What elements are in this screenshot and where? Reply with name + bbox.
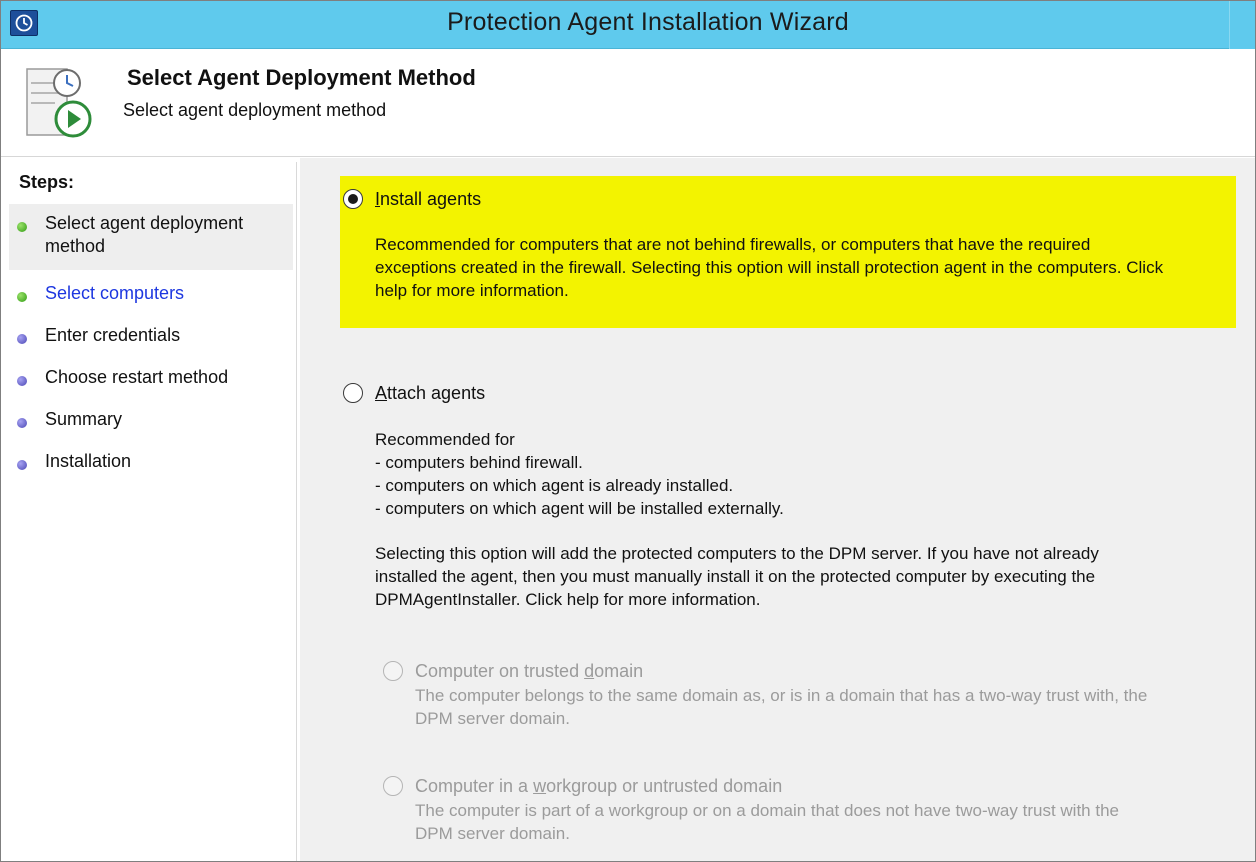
main-panel: Install agents Recommended for computers… [300,158,1255,861]
description-line: - computers behind firewall. [375,453,583,472]
description-line: Recommended for [375,430,515,449]
step-label: Enter credentials [45,325,181,345]
description-line: installed the agent, then you must manua… [375,567,1096,586]
agent-deploy-icon [25,63,99,143]
description-line: DPM server domain. [415,709,570,728]
attach-agents-recommendations: Recommended for - computers behind firew… [375,428,784,520]
attach-agents-label[interactable]: Attach agents [375,383,485,404]
install-agents-description: Recommended for computers that are not b… [375,233,1163,302]
attach-agents-description: Selecting this option will add the prote… [375,542,1099,611]
wizard-window: Protection Agent Installation Wizard Sel… [0,0,1256,862]
step-label-line1: Select agent deployment [45,213,244,233]
wizard-header: Select Agent Deployment Method Select ag… [1,49,1255,157]
trusted-domain-label-text: Computer on trusted [415,661,585,681]
step-pending-dot-icon [17,460,27,470]
step-enter-credentials: Enter credentials [9,316,293,356]
workgroup-label[interactable]: Computer in a workgroup or untrusted dom… [415,776,782,797]
step-installation: Installation [9,442,293,482]
description-line: The computer belongs to the same domain … [415,686,1148,705]
step-select-computers[interactable]: Select computers [9,274,293,314]
title-bar-edge [1229,1,1255,49]
page-subtitle: Select agent deployment method [123,100,387,120]
attach-agents-label-text: ttach agents [387,383,486,403]
install-agents-label-text: nstall agents [380,189,482,209]
step-pending-dot-icon [17,376,27,386]
steps-sidebar: Steps: Select agent deployment method Se… [9,162,297,861]
step-label: Select agent deployment method [45,212,285,258]
step-complete-dot-icon [17,222,27,232]
step-label: Summary [45,409,123,429]
description-line: DPM server domain. [415,824,570,843]
trusted-domain-label-text-end: omain [594,661,644,681]
step-label: Installation [45,451,132,471]
description-line: - computers on which agent will be insta… [375,499,784,518]
description-line: - computers on which agent is already in… [375,476,734,495]
step-summary: Summary [9,400,293,440]
description-line: The computer is part of a workgroup or o… [415,801,1119,820]
step-label-line2: method [45,236,106,256]
step-pending-dot-icon [17,334,27,344]
install-agents-label[interactable]: Install agents [375,189,481,210]
description-line: exceptions created in the firewall. Sele… [375,258,1164,277]
description-line: Selecting this option will add the prote… [375,544,1099,563]
title-bar[interactable]: Protection Agent Installation Wizard [1,1,1255,49]
window-title: Protection Agent Installation Wizard [447,8,849,36]
step-select-agent-deployment-method[interactable]: Select agent deployment method [9,204,293,270]
step-complete-dot-icon [17,292,27,302]
workgroup-label-text: Computer in a [415,776,534,796]
workgroup-label-text-end: orkgroup or untrusted domain [546,776,783,796]
workgroup-radio[interactable] [383,776,403,796]
description-line: help for more information. [375,281,569,300]
description-line: DPMAgentInstaller. Click help for more i… [375,590,761,609]
step-choose-restart-method: Choose restart method [9,358,293,398]
description-line: Recommended for computers that are not b… [375,235,1091,254]
steps-heading: Steps: [19,172,75,192]
page-title: Select Agent Deployment Method [127,65,476,90]
step-label[interactable]: Select computers [45,282,285,305]
attach-agents-accel: A [375,383,388,403]
trusted-domain-label[interactable]: Computer on trusted domain [415,661,643,682]
trusted-domain-accel: d [584,661,595,681]
step-pending-dot-icon [17,418,27,428]
trusted-domain-radio[interactable] [383,661,403,681]
install-agents-radio[interactable] [343,189,363,209]
step-label: Choose restart method [45,367,229,387]
trusted-domain-description: The computer belongs to the same domain … [415,684,1147,730]
attach-agents-radio[interactable] [343,383,363,403]
workgroup-description: The computer is part of a workgroup or o… [415,799,1119,845]
workgroup-accel: w [533,776,547,796]
